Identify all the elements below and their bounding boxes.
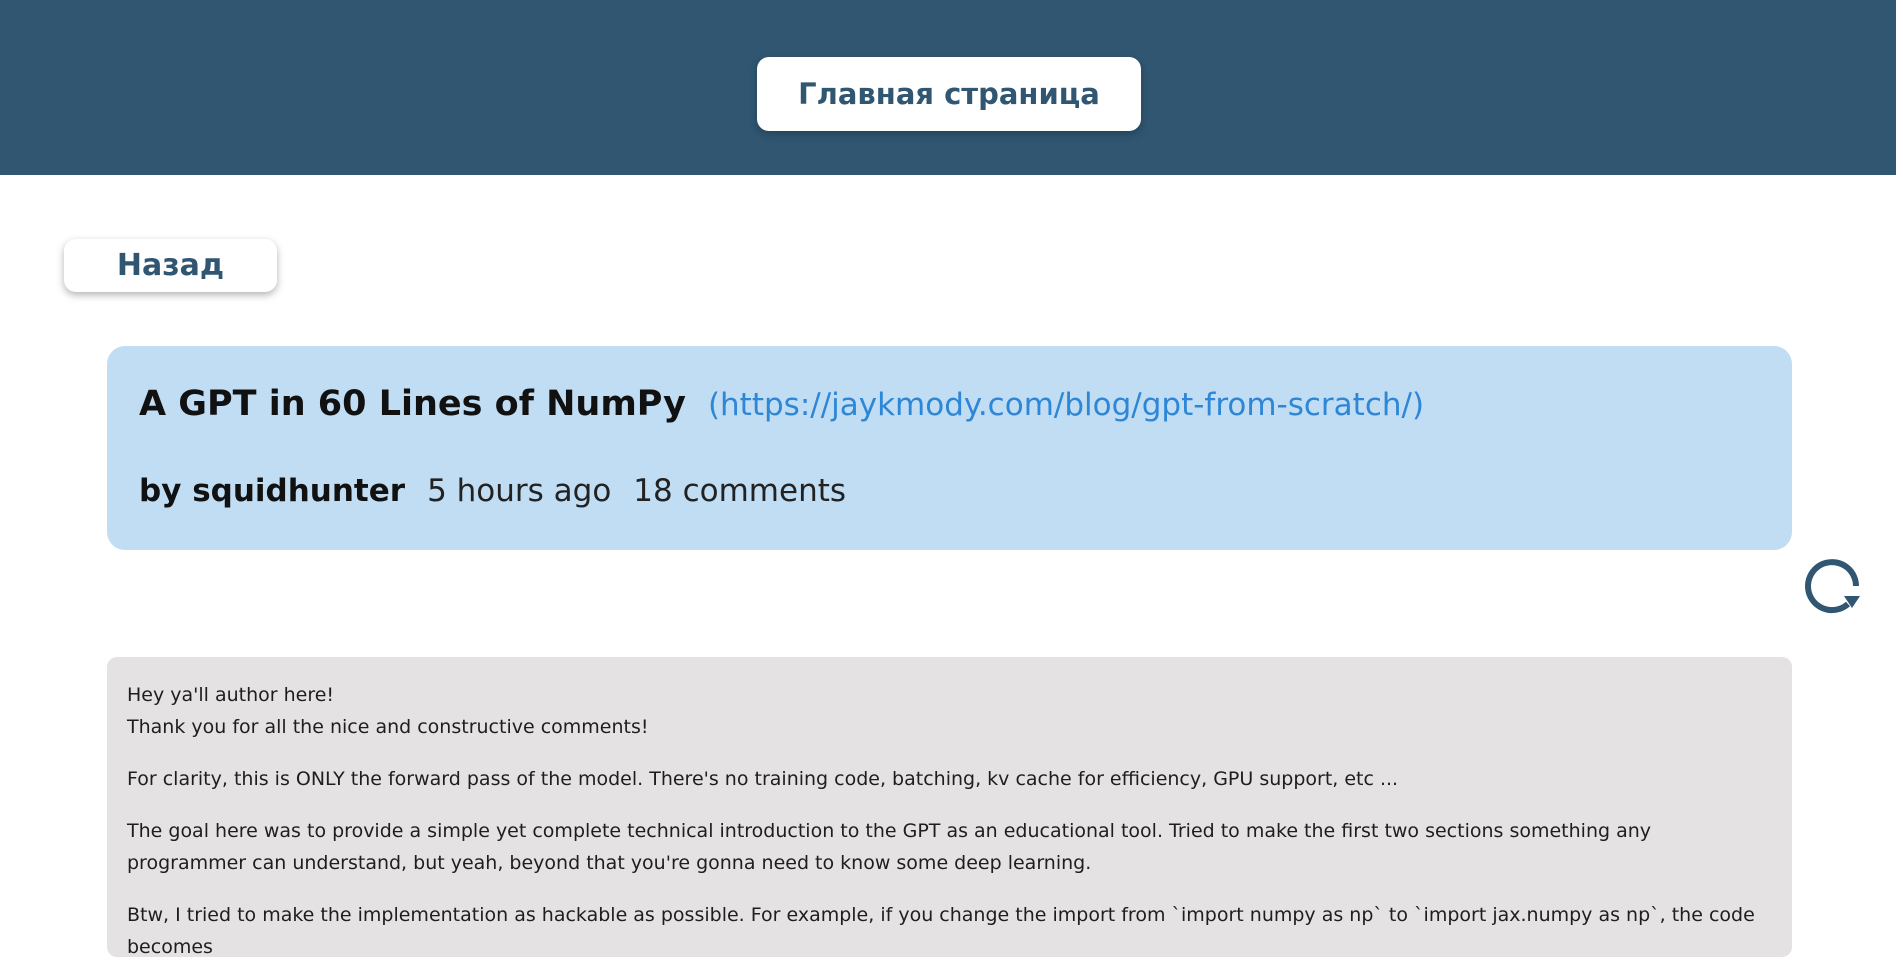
story-comments-count[interactable]: 18 comments	[633, 473, 846, 509]
story-title: A GPT in 60 Lines of NumPy	[139, 384, 686, 424]
comment-body: Hey ya'll author here! Thank you for all…	[107, 657, 1792, 958]
top-header-bar: Главная страница	[0, 0, 1896, 175]
story-time: 5 hours ago	[427, 473, 612, 509]
story-card: A GPT in 60 Lines of NumPy (https://jayk…	[107, 346, 1792, 550]
story-meta: by squidhunter 5 hours ago 18 comments	[139, 473, 846, 509]
back-button[interactable]: Назад	[64, 239, 277, 292]
comment-line-1: Hey ya'll author here!	[127, 684, 335, 706]
comment-line-2: Thank you for all the nice and construct…	[127, 716, 649, 738]
story-author: by squidhunter	[139, 473, 406, 509]
comment-paragraph-1: Hey ya'll author here! Thank you for all…	[127, 679, 1772, 743]
comment-paragraph-3: The goal here was to provide a simple ye…	[127, 820, 1652, 874]
comment-paragraph-4: Btw, I tried to make the implementation …	[127, 904, 1755, 958]
refresh-icon[interactable]	[1804, 552, 1868, 616]
home-page-button[interactable]: Главная страница	[757, 57, 1141, 131]
story-url-link[interactable]: (https://jaykmody.com/blog/gpt-from-scra…	[708, 387, 1424, 423]
story-title-row: A GPT in 60 Lines of NumPy (https://jayk…	[139, 384, 1424, 424]
comment-paragraph-2: For clarity, this is ONLY the forward pa…	[127, 768, 1399, 790]
